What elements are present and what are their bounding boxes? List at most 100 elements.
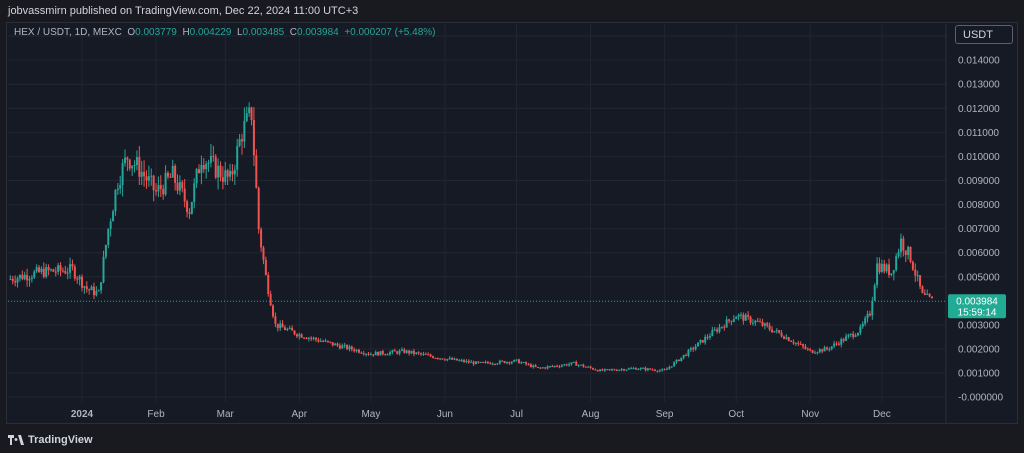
- y-tick-label: 0.006000: [958, 248, 1000, 259]
- candle-body: [544, 367, 547, 369]
- candle-body: [716, 329, 719, 332]
- candle-body: [417, 352, 420, 354]
- candle-body: [424, 353, 427, 355]
- candle-body: [847, 334, 850, 337]
- candle-body: [541, 367, 544, 369]
- candle-body: [892, 270, 895, 274]
- candle-body: [618, 369, 621, 371]
- candle-body: [293, 330, 296, 335]
- candle-body: [59, 265, 62, 271]
- candle-body: [16, 278, 19, 283]
- candle-body: [668, 367, 671, 369]
- candle-body: [412, 350, 415, 354]
- candle-body: [816, 352, 819, 354]
- candle-body: [687, 349, 690, 356]
- candle-body: [443, 359, 446, 361]
- candle-body: [190, 202, 193, 214]
- candle-body: [238, 139, 241, 146]
- candle-body: [398, 350, 401, 354]
- candle-body: [654, 369, 657, 371]
- candle-body: [735, 316, 738, 320]
- candle-body: [651, 369, 654, 371]
- candle-body: [864, 318, 867, 324]
- candle-body: [453, 358, 456, 360]
- x-tick-label: Aug: [582, 409, 600, 420]
- candle-body: [840, 339, 843, 345]
- candle-body: [250, 107, 253, 121]
- candle-body: [830, 346, 833, 350]
- candle-body: [181, 182, 184, 189]
- candle-body: [135, 157, 138, 165]
- candle-body: [312, 337, 315, 339]
- candle-body: [269, 294, 272, 306]
- candle-body: [274, 316, 277, 324]
- candle-body: [76, 278, 79, 280]
- candle-body: [112, 211, 115, 222]
- close-key: C: [289, 27, 298, 38]
- candle-body: [802, 344, 805, 347]
- candle-body: [591, 367, 594, 370]
- candle-body: [207, 162, 210, 164]
- candle-body: [587, 366, 590, 368]
- candle-body: [778, 330, 781, 333]
- candle-body: [18, 274, 21, 279]
- candle-body: [248, 107, 251, 114]
- currency-button[interactable]: USDT: [955, 25, 1013, 44]
- candle-body: [472, 361, 475, 365]
- candle-body: [634, 368, 637, 370]
- candle-body: [620, 369, 623, 371]
- candle-body: [116, 188, 119, 191]
- tradingview-brand[interactable]: TradingView: [8, 432, 93, 448]
- candle-body: [470, 361, 473, 363]
- candle-body: [78, 276, 81, 280]
- candle-body: [873, 285, 876, 301]
- candle-body: [52, 269, 55, 272]
- candle-body: [202, 165, 205, 170]
- candlestick-chart[interactable]: 0.0150000.0140000.0130000.0120000.011000…: [0, 0, 1024, 453]
- candle-body: [45, 266, 48, 277]
- candle-body: [322, 340, 325, 342]
- candle-body: [730, 320, 733, 322]
- candle-body: [341, 345, 344, 349]
- y-tick-label: 0.013000: [958, 80, 1000, 91]
- candle-body: [515, 359, 518, 361]
- candle-body: [766, 323, 769, 326]
- candle-body: [484, 361, 487, 363]
- candle-body: [379, 351, 382, 356]
- candle-body: [155, 190, 158, 192]
- candle-body: [377, 351, 380, 356]
- candle-body: [326, 340, 329, 342]
- candle-body: [107, 228, 110, 245]
- candle-body: [71, 264, 74, 267]
- candle-body: [680, 357, 683, 362]
- candle-body: [572, 361, 575, 363]
- candle-body: [582, 364, 585, 367]
- candle-body: [522, 362, 525, 364]
- candle-body: [162, 188, 165, 195]
- open-key: O: [127, 27, 136, 38]
- candle-body: [467, 360, 470, 363]
- candle-body: [768, 325, 771, 330]
- candle-body: [346, 344, 349, 350]
- candle-body: [558, 366, 561, 368]
- y-tick-label: 0.008000: [958, 200, 1000, 211]
- candle-body: [305, 338, 308, 340]
- candle-body: [773, 331, 776, 333]
- candle-body: [42, 268, 45, 277]
- close-value: 0.003984: [297, 27, 339, 38]
- candle-body: [546, 366, 549, 369]
- candle-body: [503, 361, 506, 364]
- candle-body: [477, 361, 480, 363]
- candle-body: [916, 275, 919, 277]
- candle-body: [630, 368, 633, 370]
- candle-body: [369, 354, 372, 356]
- candle-body: [100, 282, 103, 291]
- candle-body: [286, 328, 289, 331]
- candle-body: [288, 327, 291, 329]
- candle-body: [121, 163, 124, 185]
- candle-body: [267, 274, 270, 295]
- candle-body: [747, 314, 750, 317]
- candle-body: [551, 366, 554, 368]
- candle-body: [157, 185, 160, 192]
- candle-body: [166, 172, 169, 177]
